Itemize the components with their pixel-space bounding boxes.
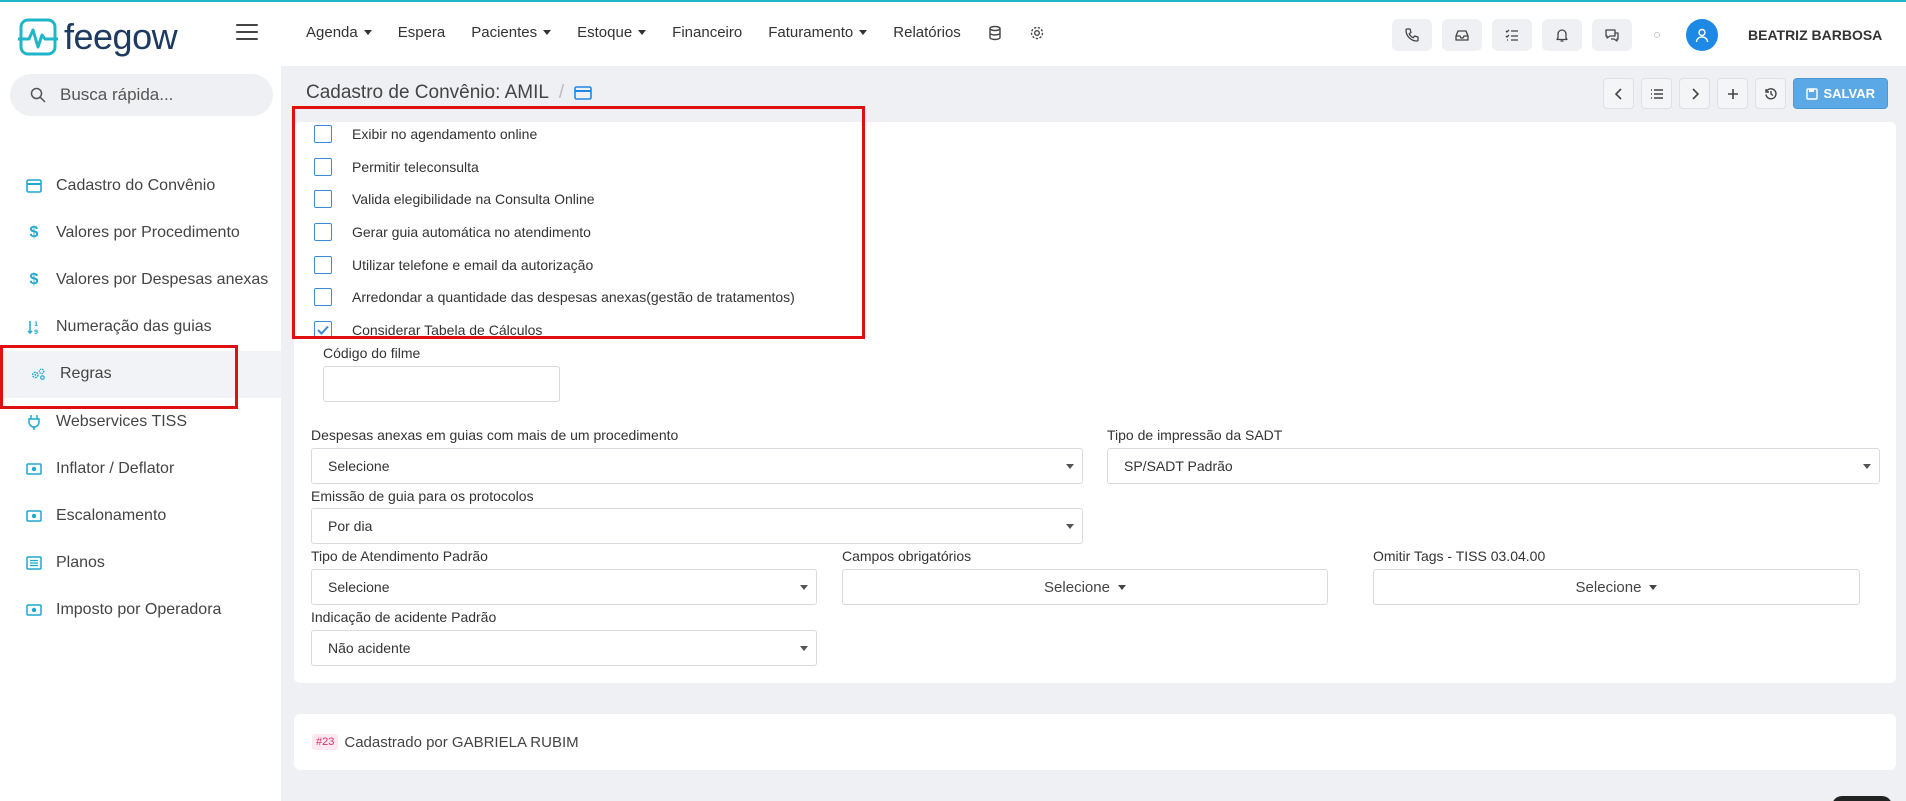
nav-estoque[interactable]: Estoque (577, 24, 647, 41)
record-footer: #23 Cadastrado por GABRIELA RUBIM (294, 714, 1896, 770)
svg-text:9: 9 (34, 329, 38, 335)
sidebar-item-imposto[interactable]: Imposto por Operadora (0, 587, 281, 634)
phone-icon[interactable] (1392, 19, 1432, 51)
indicacao-acidente-select[interactable]: Não acidente (311, 630, 817, 666)
history-icon (1765, 87, 1777, 99)
list-icon (1650, 88, 1663, 99)
top-actions: BEATRIZ BARBOSA (1392, 19, 1882, 51)
caret-down-icon (800, 585, 808, 590)
sidebar-item-numeracao[interactable]: 19 Numeração das guias (0, 304, 281, 351)
chat-icon[interactable] (1592, 19, 1632, 51)
tipo-atendimento-label: Tipo de Atendimento Padrão (311, 548, 488, 564)
nav-relatorios[interactable]: Relatórios (893, 24, 961, 41)
logo-text: feegow (64, 16, 178, 57)
search-input[interactable] (60, 85, 250, 105)
codigo-filme-input[interactable] (323, 366, 560, 402)
list-icon (26, 555, 42, 571)
record-id-badge: #23 (312, 734, 339, 750)
despesas-anexas-select[interactable]: Selecione (311, 448, 1083, 484)
indicacao-acidente-label: Indicação de acidente Padrão (311, 609, 497, 625)
emissao-guia-label: Emissão de guia para os protocolos (311, 488, 534, 504)
user-name[interactable]: BEATRIZ BARBOSA (1748, 27, 1882, 43)
sidebar-item-valores-despesas[interactable]: $ Valores por Despesas anexas (0, 256, 281, 303)
caret-down-icon (1066, 464, 1074, 469)
caret-down-icon (543, 30, 552, 35)
status-dot-icon (1654, 32, 1660, 38)
emissao-guia-select[interactable]: Por dia (311, 508, 1083, 544)
campos-obrigatorios-label: Campos obrigatórios (842, 548, 972, 564)
caret-down-icon (1066, 524, 1074, 529)
list-view-button[interactable] (1641, 78, 1673, 109)
chat-widget-tab[interactable] (1832, 796, 1892, 801)
dollar-icon: $ (29, 270, 39, 288)
top-bar: feegow Agenda Espera Pacientes Estoque F… (0, 0, 1906, 66)
tipo-impressao-select[interactable]: SP/SADT Padrão (1107, 448, 1880, 484)
codigo-filme-label: Código do filme (323, 345, 421, 361)
card-icon (574, 86, 593, 100)
quick-search (10, 74, 273, 116)
despesas-anexas-label: Despesas anexas em guias com mais de um … (311, 427, 679, 443)
nav-faturamento[interactable]: Faturamento (768, 24, 868, 41)
caret-down-icon (638, 30, 647, 35)
annotation-highlight-box (292, 106, 865, 339)
save-button[interactable]: SALVAR (1793, 78, 1888, 109)
sidebar: Cadastro do Convênio $ Valores por Proce… (0, 66, 281, 801)
svg-text:1: 1 (34, 321, 38, 328)
caret-down-icon (859, 30, 868, 35)
dollar-icon: $ (29, 223, 39, 241)
sidebar-item-planos[interactable]: Planos (0, 540, 281, 587)
card-icon (26, 178, 42, 194)
menu-toggle-icon[interactable] (236, 24, 258, 42)
sidebar-item-valores-procedimento[interactable]: $ Valores por Procedimento (0, 209, 281, 256)
plug-icon (26, 414, 42, 430)
nav-pacientes[interactable]: Pacientes (471, 24, 552, 41)
nav-agenda[interactable]: Agenda (306, 24, 372, 41)
sort-numeric-icon: 19 (26, 319, 42, 335)
annotation-highlight-box (0, 345, 238, 409)
floppy-disk-icon (1806, 87, 1819, 100)
tipo-atendimento-select[interactable]: Selecione (311, 569, 817, 605)
sidebar-item-escalonamento[interactable]: Escalonamento (0, 492, 281, 539)
omitir-tags-multiselect[interactable]: Selecione (1373, 569, 1860, 605)
tipo-impressao-label: Tipo de impressão da SADT (1107, 427, 1283, 443)
sidebar-item-cadastro[interactable]: Cadastro do Convênio (0, 162, 281, 209)
settings-gear-icon[interactable] (1029, 25, 1045, 41)
chevron-left-icon (1614, 87, 1622, 100)
money-icon (26, 508, 42, 524)
checklist-icon[interactable] (1492, 19, 1532, 51)
bell-icon[interactable] (1542, 19, 1582, 51)
money-icon (26, 602, 42, 618)
caret-down-icon (800, 646, 808, 651)
record-actions: SALVAR (1603, 78, 1888, 109)
campos-obrigatorios-multiselect[interactable]: Selecione (842, 569, 1328, 605)
caret-down-icon (1649, 584, 1658, 590)
caret-down-icon (1117, 584, 1126, 590)
plus-icon (1727, 88, 1738, 99)
chevron-right-icon (1692, 87, 1700, 100)
sidebar-item-inflator[interactable]: Inflator / Deflator (0, 445, 281, 492)
database-icon[interactable] (987, 25, 1003, 41)
history-button[interactable] (1755, 78, 1787, 109)
next-button[interactable] (1679, 78, 1711, 109)
created-by-text: Cadastrado por GABRIELA RUBIM (344, 733, 579, 751)
caret-down-icon (363, 30, 372, 35)
add-button[interactable] (1717, 78, 1749, 109)
avatar-user-icon[interactable] (1686, 19, 1718, 51)
caret-down-icon (1863, 464, 1871, 469)
money-icon (26, 461, 42, 477)
logo-heartbeat-icon (18, 18, 58, 56)
inbox-icon[interactable] (1442, 19, 1482, 51)
search-icon (30, 87, 46, 103)
previous-button[interactable] (1603, 78, 1635, 109)
omitir-tags-label: Omitir Tags - TISS 03.04.00 (1373, 548, 1546, 564)
logo[interactable]: feegow (18, 16, 178, 58)
nav-financeiro[interactable]: Financeiro (672, 24, 742, 41)
nav-espera[interactable]: Espera (398, 24, 446, 41)
main-nav: Agenda Espera Pacientes Estoque Financei… (306, 24, 1071, 41)
page-title: Cadastro de Convênio: AMIL / (306, 82, 593, 104)
